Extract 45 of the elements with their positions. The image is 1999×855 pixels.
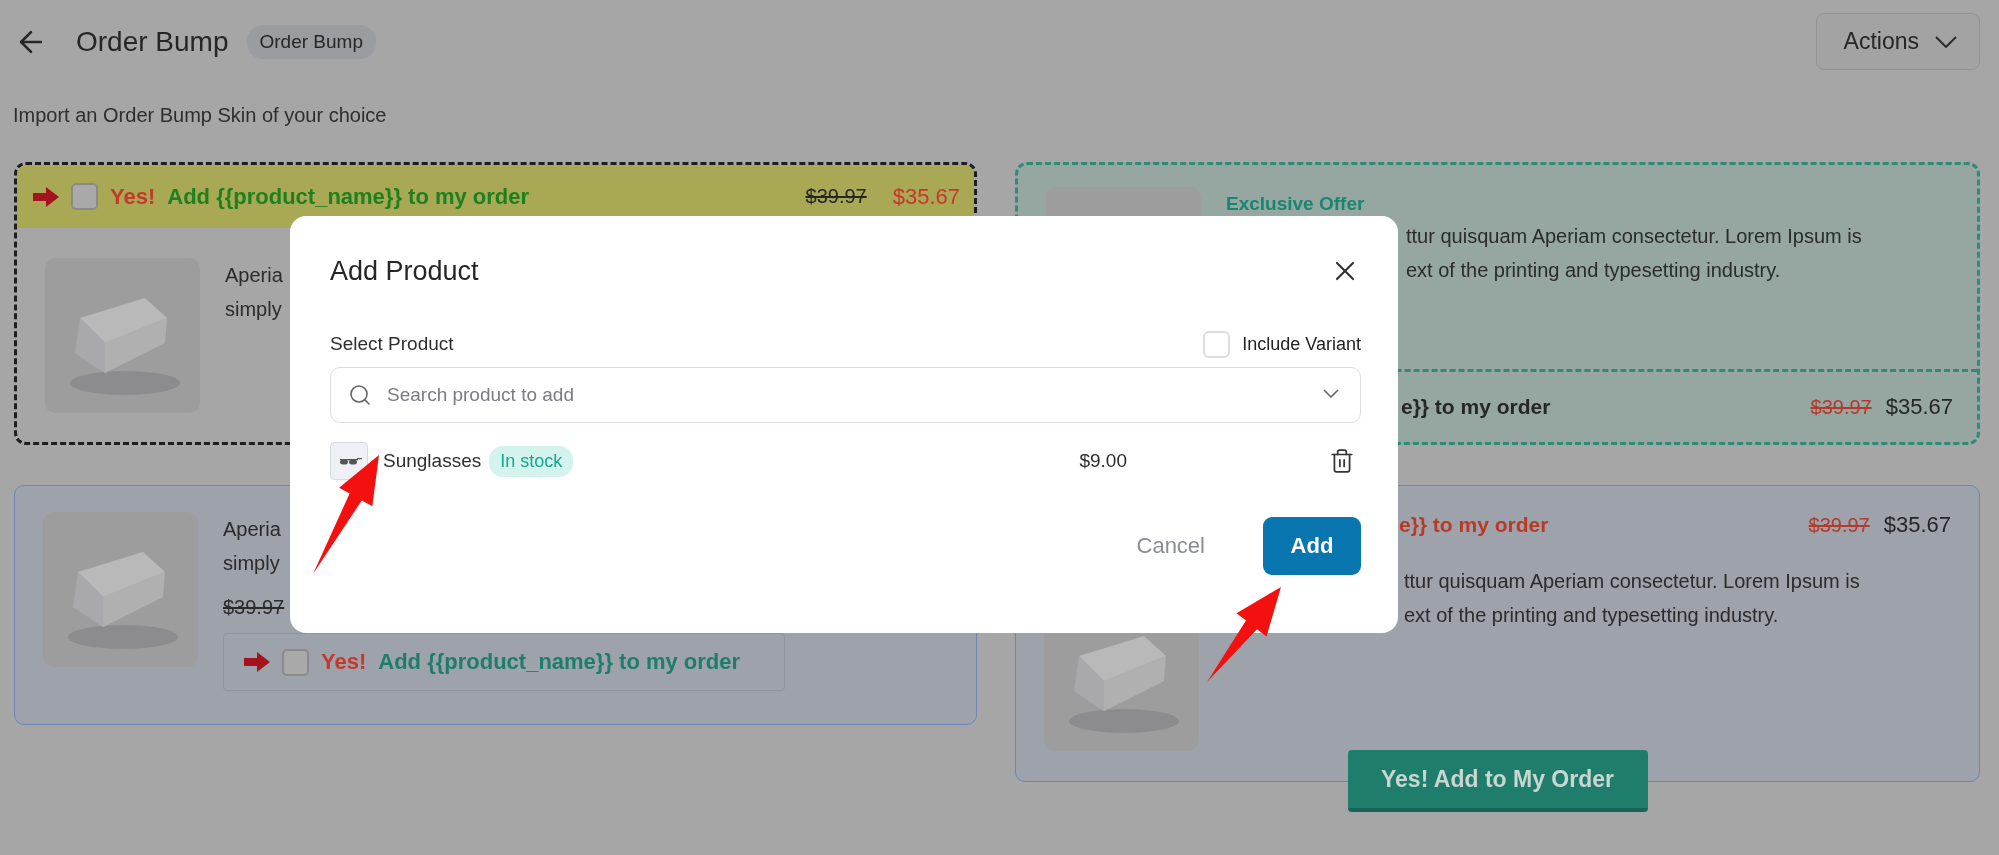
description-text: simply <box>225 297 283 322</box>
sunglasses-icon <box>330 442 368 480</box>
product-name: Sunglasses <box>383 450 482 472</box>
description-text: Aperia <box>225 263 283 288</box>
offer-text: e}} to my order <box>1399 513 1549 537</box>
price: $35.67 <box>892 183 960 210</box>
add-to-order-button[interactable]: Yes! Add to My Order <box>1347 750 1648 812</box>
search-icon <box>348 383 372 407</box>
select-label: Select Product <box>330 333 454 355</box>
offer-text: e}} to my order <box>1401 395 1551 419</box>
page-title: Order Bump <box>76 25 229 58</box>
checkbox[interactable] <box>282 648 309 676</box>
add-button[interactable]: Add <box>1263 517 1361 575</box>
search-field[interactable]: Search product to add <box>330 367 1361 423</box>
offer-text: Add {{product_name}} to my order <box>167 183 530 210</box>
price: $35.67 <box>1885 394 1953 420</box>
subtitle: Import an Order Bump Skin of your choice <box>13 104 388 128</box>
old-price: $39.97 <box>1808 513 1870 537</box>
description-text: ttur quisquam Aperiam consectetur. Lorem Ipsum is <box>1404 569 1860 594</box>
stock-badge: In stock <box>489 445 574 477</box>
old-price: $39.97 <box>805 185 867 208</box>
checkbox-label: Include Variant <box>1242 333 1361 355</box>
offer-label: Exclusive Offer <box>1226 193 1366 215</box>
description-text: ttur quisquam Aperiam consectetur. Lorem Ipsum is <box>1406 224 1862 249</box>
arrow-icon <box>244 652 270 672</box>
description-text: ext of the printing and typesetting industry. <box>1406 258 1782 283</box>
offer-prefix: Yes! <box>321 649 367 675</box>
checkbox[interactable] <box>71 183 98 210</box>
arrow-icon <box>33 186 59 207</box>
actions-button[interactable]: Actions <box>1815 13 1980 70</box>
price: $35.67 <box>1883 512 1951 538</box>
cancel-button[interactable]: Cancel <box>1130 532 1211 560</box>
delete-icon[interactable] <box>1329 448 1355 474</box>
product-price: $9.00 <box>1079 450 1127 472</box>
old-price: $39.97 <box>223 596 286 619</box>
dialog-title: Add Product <box>330 255 479 287</box>
chevron-down-icon <box>1935 35 1957 48</box>
description-text: simply <box>223 551 281 576</box>
page-badge: Order Bump <box>246 24 376 59</box>
offer-text: Add {{product_name}} to my order <box>378 649 741 675</box>
old-price: $39.97 <box>1810 395 1872 419</box>
offer-prefix: Yes! <box>110 183 156 210</box>
description-text: ext of the printing and typesetting industry. <box>1404 603 1780 628</box>
chevron-down-icon[interactable] <box>1323 389 1339 398</box>
description-text: Aperia <box>223 517 282 542</box>
